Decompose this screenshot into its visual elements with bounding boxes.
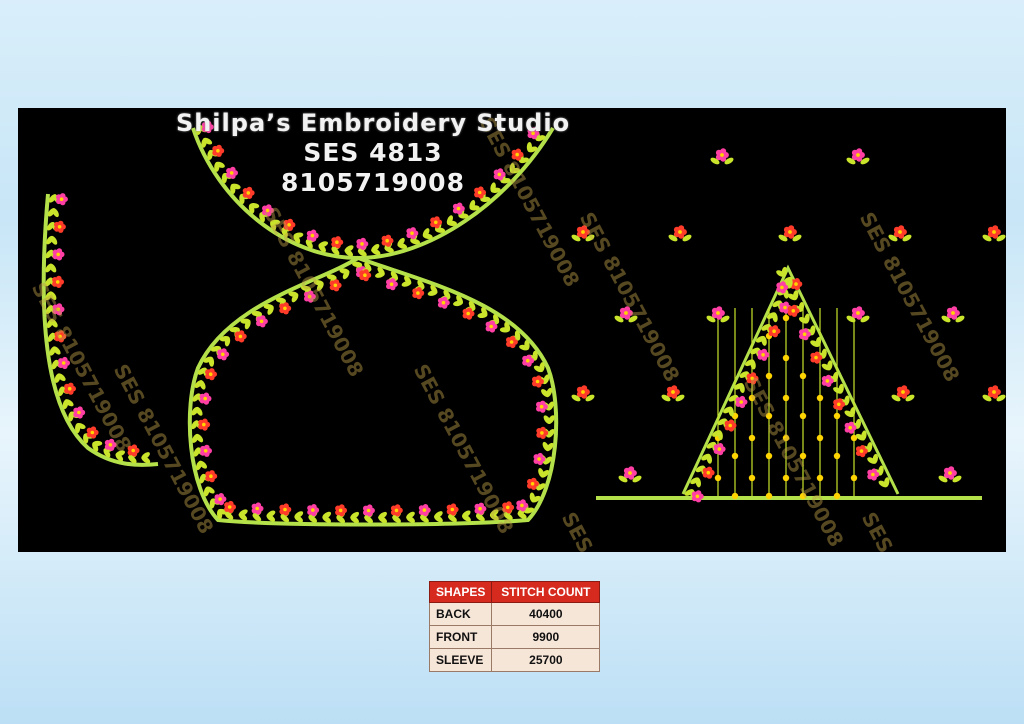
- stitch-count-table: SHAPES STITCH COUNT BACK 40400 FRONT 990…: [428, 581, 601, 672]
- flower-motif: [205, 470, 218, 483]
- table-header-row: SHAPES STITCH COUNT: [428, 581, 601, 603]
- studio-name: Shilpa’s Embroidery Studio: [175, 109, 571, 137]
- table-row: FRONT 9900: [428, 625, 601, 649]
- flower-motif: [86, 426, 99, 439]
- flower-motif: [251, 502, 264, 515]
- shape-cell: SLEEVE: [428, 648, 493, 672]
- flower-motif: [446, 503, 459, 516]
- flower-motif: [73, 406, 86, 419]
- design-code: SES 4813: [303, 138, 443, 167]
- table-row: SLEEVE 25700: [428, 648, 601, 672]
- flower-motif: [329, 279, 342, 292]
- header-stitch-count: STITCH COUNT: [491, 581, 601, 603]
- count-cell: 9900: [491, 625, 601, 649]
- flower-motif: [279, 503, 292, 516]
- flower-motif: [205, 368, 217, 381]
- flower-motif: [198, 418, 211, 431]
- flower-motif: [306, 229, 319, 242]
- flower-motif: [713, 443, 726, 456]
- flower-motif: [224, 500, 236, 514]
- flower-motif: [56, 193, 68, 206]
- flower-motif: [217, 348, 230, 361]
- flower-motif: [256, 315, 268, 328]
- flower-motif: [536, 426, 549, 440]
- count-cell: 40400: [491, 602, 601, 626]
- flower-motif: [356, 237, 369, 250]
- flower-motif: [199, 392, 212, 405]
- flower-motif: [54, 220, 66, 233]
- flower-motif: [52, 275, 64, 288]
- flower-motif: [390, 504, 403, 517]
- flower-motif: [536, 400, 548, 413]
- flower-motif: [52, 248, 65, 261]
- flower-motif: [64, 382, 76, 395]
- flower-motif: [335, 504, 348, 517]
- flower-motif: [768, 325, 781, 338]
- flower-motif: [200, 444, 212, 457]
- count-cell: 25700: [491, 648, 601, 672]
- flower-motif: [702, 466, 715, 479]
- back-neck-lower-shape: [187, 255, 559, 527]
- flower-motif: [234, 330, 247, 343]
- embroidery-design-panel: SES 8105719008 SES 8105719008 SES 810571…: [18, 108, 1006, 552]
- flower-motif: [363, 504, 375, 517]
- flower-motif: [418, 504, 431, 517]
- flower-motif: [307, 504, 320, 517]
- shape-cell: BACK: [428, 602, 493, 626]
- header-shapes: SHAPES: [428, 581, 493, 603]
- shape-cell: FRONT: [428, 625, 493, 649]
- flower-motif: [331, 236, 344, 249]
- flower-motif: [691, 490, 704, 503]
- flower-motif: [757, 348, 770, 361]
- studio-phone: 8105719008: [281, 168, 465, 197]
- table-row: BACK 40400: [428, 602, 601, 626]
- flower-motif: [279, 302, 292, 315]
